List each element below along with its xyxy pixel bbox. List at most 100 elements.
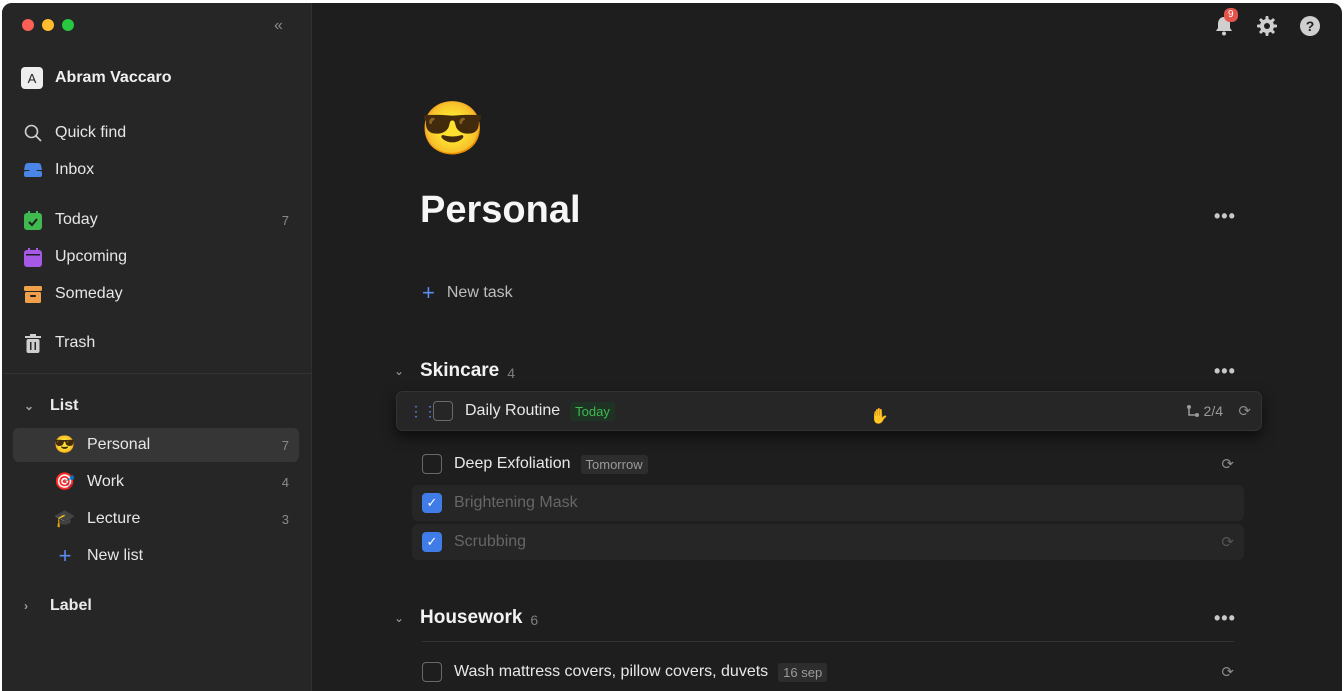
nav-trash[interactable]: Trash bbox=[13, 326, 299, 360]
zoom-window-button[interactable] bbox=[62, 19, 74, 31]
nav-count: 7 bbox=[281, 212, 289, 228]
section-label: List bbox=[50, 397, 79, 414]
group-divider bbox=[422, 641, 1234, 642]
nav-today[interactable]: Today 7 bbox=[13, 203, 299, 237]
label-section-header[interactable]: › Label bbox=[24, 597, 92, 615]
task-title: Scrubbing bbox=[454, 533, 527, 550]
new-list-label: New list bbox=[87, 547, 144, 564]
nav-label: Inbox bbox=[55, 161, 95, 178]
drag-handle-icon[interactable]: ⋮⋮ bbox=[409, 403, 437, 420]
task-row-dragging[interactable]: ⋮⋮ Daily Routine Today 2/4 ⟳ bbox=[396, 391, 1262, 431]
inbox-icon bbox=[22, 159, 44, 181]
nav-someday[interactable]: Someday bbox=[13, 277, 299, 311]
section-label: Label bbox=[50, 597, 92, 614]
task-title: Daily Routine bbox=[465, 402, 561, 419]
user-name: Abram Vaccaro bbox=[55, 69, 172, 86]
subtask-icon bbox=[1186, 405, 1199, 417]
group-title: Skincare bbox=[420, 360, 500, 381]
sunglasses-emoji-icon: 😎 bbox=[54, 435, 76, 454]
user-menu[interactable]: A Abram Vaccaro bbox=[21, 67, 172, 89]
list-count: 3 bbox=[281, 511, 289, 527]
task-row[interactable]: Deep Exfoliation Tomorrow ⟳ bbox=[412, 446, 1244, 482]
repeat-icon: ⟳ bbox=[1221, 534, 1234, 551]
list-count: 7 bbox=[281, 437, 289, 453]
close-window-button[interactable] bbox=[22, 19, 34, 31]
notification-badge: 9 bbox=[1224, 8, 1238, 22]
task-checkbox[interactable] bbox=[433, 401, 453, 421]
list-label: Work bbox=[87, 473, 125, 490]
chevron-down-icon: ⌄ bbox=[24, 399, 35, 413]
list-section-header[interactable]: ⌄ List bbox=[24, 397, 78, 415]
task-checkbox-checked[interactable]: ✓ bbox=[422, 532, 442, 552]
group-count: 6 bbox=[530, 611, 539, 628]
page-title: Personal bbox=[420, 189, 581, 231]
app-window: « A Abram Vaccaro Quick find Inbox Today… bbox=[2, 3, 1342, 691]
nav-label: Trash bbox=[55, 334, 96, 351]
collapse-sidebar-icon[interactable]: « bbox=[274, 17, 283, 35]
page-emoji[interactable]: 😎 bbox=[420, 99, 485, 159]
repeat-icon: ⟳ bbox=[1221, 664, 1234, 681]
nav-upcoming[interactable]: Upcoming bbox=[13, 240, 299, 274]
task-row[interactable]: Wash mattress covers, pillow covers, duv… bbox=[412, 654, 1244, 690]
sidebar-item-work[interactable]: 🎯 Work 4 bbox=[13, 465, 299, 499]
group-more-options-icon[interactable]: ••• bbox=[1214, 608, 1236, 629]
gear-icon bbox=[1257, 16, 1277, 36]
chevron-down-icon[interactable]: ⌄ bbox=[394, 364, 406, 378]
sidebar: « A Abram Vaccaro Quick find Inbox Today… bbox=[2, 3, 312, 691]
task-checkbox-checked[interactable]: ✓ bbox=[422, 493, 442, 513]
list-label: Personal bbox=[87, 436, 151, 453]
new-task-label: New task bbox=[446, 284, 513, 301]
due-tag: Today bbox=[570, 401, 615, 421]
window-controls bbox=[22, 19, 74, 31]
archive-box-icon bbox=[22, 283, 44, 305]
task-title: Brightening Mask bbox=[454, 494, 578, 511]
chevron-down-icon[interactable]: ⌄ bbox=[394, 611, 406, 625]
list-count: 4 bbox=[281, 474, 289, 490]
plus-icon: + bbox=[422, 280, 435, 305]
grab-cursor-icon: ✋ bbox=[870, 408, 889, 425]
task-title: Wash mattress covers, pillow covers, duv… bbox=[454, 663, 769, 680]
graduation-cap-emoji-icon: 🎓 bbox=[54, 509, 76, 528]
nav-label: Upcoming bbox=[55, 248, 128, 265]
task-row[interactable]: ✓ Brightening Mask bbox=[412, 485, 1244, 521]
nav-label: Today bbox=[55, 211, 98, 228]
new-task-button[interactable]: + New task bbox=[422, 280, 513, 305]
task-row[interactable]: ✓ Scrubbing ⟳ bbox=[412, 524, 1244, 560]
nav-inbox[interactable]: Inbox bbox=[13, 153, 299, 187]
group-count: 4 bbox=[507, 364, 516, 381]
due-tag: 16 sep bbox=[778, 662, 828, 682]
svg-text:?: ? bbox=[1306, 18, 1315, 34]
subtask-count: 2/4 bbox=[1203, 403, 1223, 419]
task-title: Deep Exfoliation bbox=[454, 455, 571, 472]
list-label: Lecture bbox=[87, 510, 141, 527]
due-tag: Tomorrow bbox=[580, 454, 648, 474]
settings-button[interactable] bbox=[1256, 15, 1278, 37]
group-title: Housework bbox=[420, 607, 523, 628]
page-more-options-icon[interactable]: ••• bbox=[1214, 206, 1236, 227]
notifications-button[interactable]: 9 bbox=[1213, 8, 1238, 37]
nav-quick-find[interactable]: Quick find bbox=[13, 116, 299, 150]
trash-icon bbox=[22, 332, 44, 354]
chevron-right-icon: › bbox=[24, 599, 28, 613]
nav-label: Quick find bbox=[55, 124, 127, 141]
group-header-housework[interactable]: ⌄ Housework 6 bbox=[394, 607, 538, 629]
calendar-check-icon bbox=[22, 209, 44, 231]
target-emoji-icon: 🎯 bbox=[54, 472, 76, 491]
new-list-button[interactable]: + New list bbox=[13, 539, 299, 573]
task-checkbox[interactable] bbox=[422, 454, 442, 474]
subtask-progress: 2/4 bbox=[1186, 403, 1223, 419]
avatar: A bbox=[21, 67, 43, 89]
sidebar-item-lecture[interactable]: 🎓 Lecture 3 bbox=[13, 502, 299, 536]
repeat-icon: ⟳ bbox=[1221, 456, 1234, 473]
task-checkbox[interactable] bbox=[422, 662, 442, 682]
group-more-options-icon[interactable]: ••• bbox=[1214, 361, 1236, 382]
help-icon: ? bbox=[1300, 16, 1320, 36]
help-button[interactable]: ? bbox=[1299, 15, 1321, 37]
minimize-window-button[interactable] bbox=[42, 19, 54, 31]
search-icon bbox=[22, 122, 44, 144]
sidebar-divider bbox=[2, 373, 311, 374]
sidebar-item-personal[interactable]: 😎 Personal 7 bbox=[13, 428, 299, 462]
group-header-skincare[interactable]: ⌄ Skincare 4 bbox=[394, 360, 515, 382]
calendar-icon bbox=[22, 246, 44, 268]
repeat-icon: ⟳ bbox=[1238, 403, 1251, 420]
